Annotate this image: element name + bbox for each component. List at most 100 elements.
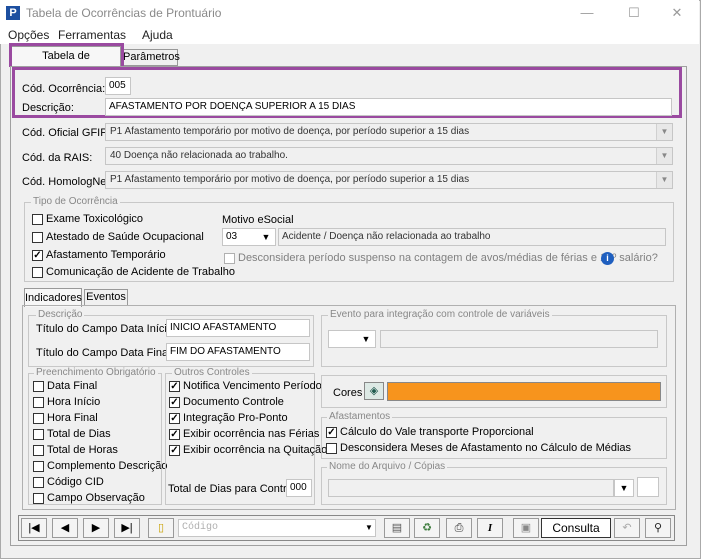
binoculars-icon[interactable]: ⚲ (645, 518, 671, 538)
campo-observacao-label: Campo Observação (47, 492, 145, 504)
menu-ferramentas[interactable]: Ferramentas (58, 28, 126, 42)
cat-label: Comunicação de Acidente de Trabalho (46, 266, 235, 278)
chevron-down-icon[interactable]: ▼ (614, 479, 634, 497)
menu-bar: Opções Ferramentas Ajuda (0, 26, 699, 44)
campo-observacao-checkbox[interactable] (33, 493, 44, 504)
previous-record-button[interactable]: ◀ (52, 518, 78, 538)
first-record-button[interactable]: |◀ (21, 518, 47, 538)
desconsidera-suspenso-checkbox[interactable] (224, 253, 235, 264)
data-final-label: Título do Campo Data Final: (36, 347, 174, 359)
chevron-down-icon[interactable]: ▼ (257, 229, 275, 245)
cores-label: Cores (333, 387, 363, 399)
tab-parametros[interactable]: Parâmetros (122, 49, 180, 66)
codigo-cid-label: Código CID (47, 476, 104, 488)
exibir-quitacao-checkbox[interactable]: ✓ (169, 445, 180, 456)
exibir-ferias-label: Exibir ocorrência nas Férias (183, 428, 320, 440)
preenchimento-title: Preenchimento Obrigatório (34, 367, 158, 378)
color-swatch[interactable] (387, 382, 661, 401)
maximize-button[interactable]: ☐ (617, 2, 651, 24)
tipo-ocorrencia-title: Tipo de Ocorrência (31, 196, 120, 207)
data-final-cb-label: Data Final (47, 380, 98, 392)
vale-transporte-label: Cálculo do Vale transporte Proporcional (340, 426, 534, 438)
hora-inicio-checkbox[interactable] (33, 397, 44, 408)
integracao-pro-ponto-label: Integração Pro-Ponto (183, 412, 288, 424)
title-bar: P Tabela de Ocorrências de Prontuário — … (0, 0, 699, 26)
minimize-button[interactable]: — (570, 2, 604, 24)
homolognet-value: P1 Afastamento temporário por motivo de … (110, 174, 470, 185)
recycle-icon[interactable]: ♻ (414, 518, 440, 538)
info-icon[interactable]: i (601, 252, 614, 265)
atestado-checkbox[interactable] (32, 232, 43, 243)
italic-button[interactable]: I (477, 518, 503, 538)
data-final-input[interactable]: FIM DO AFASTAMENTO (166, 343, 310, 361)
chevron-down-icon[interactable]: ▼ (656, 124, 672, 140)
desconsidera-meses-checkbox[interactable] (326, 443, 337, 454)
arquivo-select[interactable] (328, 479, 614, 497)
copias-input[interactable] (637, 477, 659, 497)
notifica-vencimento-checkbox[interactable]: ✓ (169, 381, 180, 392)
complemento-checkbox[interactable] (33, 461, 44, 472)
search-input[interactable]: Código (178, 519, 376, 537)
menu-opcoes[interactable]: Opções (8, 28, 49, 42)
homolognet-label: Cód. HomologNet: (22, 176, 113, 188)
data-inicio-input[interactable]: INICIO AFASTAMENTO (166, 319, 310, 337)
rais-label: Cód. da RAIS: (22, 152, 93, 164)
total-dias-checkbox[interactable] (33, 429, 44, 440)
palette-icon[interactable]: ◈ (364, 382, 384, 400)
gfip-value: P1 Afastamento temporário por motivo de … (110, 126, 470, 137)
afastamento-temporario-checkbox[interactable]: ✓ (32, 250, 43, 261)
window-title: Tabela de Ocorrências de Prontuário (26, 6, 222, 20)
menu-ajuda[interactable]: Ajuda (142, 28, 173, 42)
afastamento-temporario-label: Afastamento Temporário (46, 249, 166, 261)
descricao-input[interactable]: AFASTAMENTO POR DOENÇA SUPERIOR A 15 DIA… (105, 98, 672, 116)
new-document-icon[interactable]: ▯ (148, 518, 174, 538)
descricao-group-title: Descrição (36, 309, 85, 320)
exibir-ferias-checkbox[interactable]: ✓ (169, 429, 180, 440)
app-icon: P (6, 6, 20, 20)
last-record-button[interactable]: ▶| (114, 518, 140, 538)
chevron-down-icon[interactable]: ▼ (656, 148, 672, 164)
motivo-code: 03 (226, 231, 238, 242)
data-final-checkbox[interactable] (33, 381, 44, 392)
tab-highlight (9, 43, 124, 67)
hora-final-checkbox[interactable] (33, 413, 44, 424)
vale-transporte-checkbox[interactable]: ✓ (326, 427, 337, 438)
chevron-down-icon[interactable]: ▼ (358, 331, 374, 347)
undo-icon[interactable]: ↶ (614, 518, 640, 538)
complemento-label: Complemento Descrição (47, 460, 168, 472)
mode-indicator: Consulta (541, 518, 611, 538)
notifica-vencimento-label: Notifica Vencimento Período (183, 380, 322, 392)
documento-controle-label: Documento Controle (183, 396, 284, 408)
total-horas-label: Total de Horas (47, 444, 118, 456)
documento-controle-checkbox[interactable]: ✓ (169, 397, 180, 408)
tab-eventos[interactable]: Eventos (84, 289, 128, 306)
total-dias-controle-input[interactable]: 000 (286, 479, 312, 497)
desconsidera-suspenso-label: Desconsidera período suspenso na contage… (238, 252, 658, 264)
homolognet-select[interactable]: P1 Afastamento temporário por motivo de … (105, 171, 673, 189)
chevron-down-icon[interactable]: ▼ (362, 520, 376, 536)
exame-toxicologico-checkbox[interactable] (32, 214, 43, 225)
outros-title: Outros Controles (172, 367, 252, 378)
integracao-pro-ponto-checkbox[interactable]: ✓ (169, 413, 180, 424)
gfip-label: Cód. Oficial GFIP: (22, 127, 111, 139)
cat-checkbox[interactable] (32, 267, 43, 278)
total-horas-checkbox[interactable] (33, 445, 44, 456)
hora-inicio-label: Hora Início (47, 396, 101, 408)
total-dias-label: Total de Dias (47, 428, 111, 440)
codigo-cid-checkbox[interactable] (33, 477, 44, 488)
rais-select[interactable]: 40 Doença não relacionada ao trabalho. (105, 147, 673, 165)
chevron-down-icon[interactable]: ▼ (656, 172, 672, 188)
save-icon[interactable]: ▣ (513, 518, 539, 538)
cod-ocorrencia-input[interactable]: 005 (105, 77, 131, 95)
cod-ocorrencia-label: Cód. Ocorrência: (22, 83, 106, 95)
arquivo-title: Nome do Arquivo / Cópias (327, 461, 448, 472)
close-button[interactable]: ✕ (660, 2, 694, 24)
afastamentos-title: Afastamentos (327, 411, 393, 422)
printer-icon[interactable]: ⎙ (446, 518, 472, 538)
rais-value: 40 Doença não relacionada ao trabalho. (110, 150, 288, 161)
gfip-select[interactable]: P1 Afastamento temporário por motivo de … (105, 123, 673, 141)
motivo-esocial-desc: Acidente / Doença não relacionada ao tra… (278, 228, 666, 246)
total-dias-controle-label: Total de Dias para Controle: (168, 483, 305, 495)
next-record-button[interactable]: ▶ (83, 518, 109, 538)
report-icon[interactable]: ▤ (384, 518, 410, 538)
